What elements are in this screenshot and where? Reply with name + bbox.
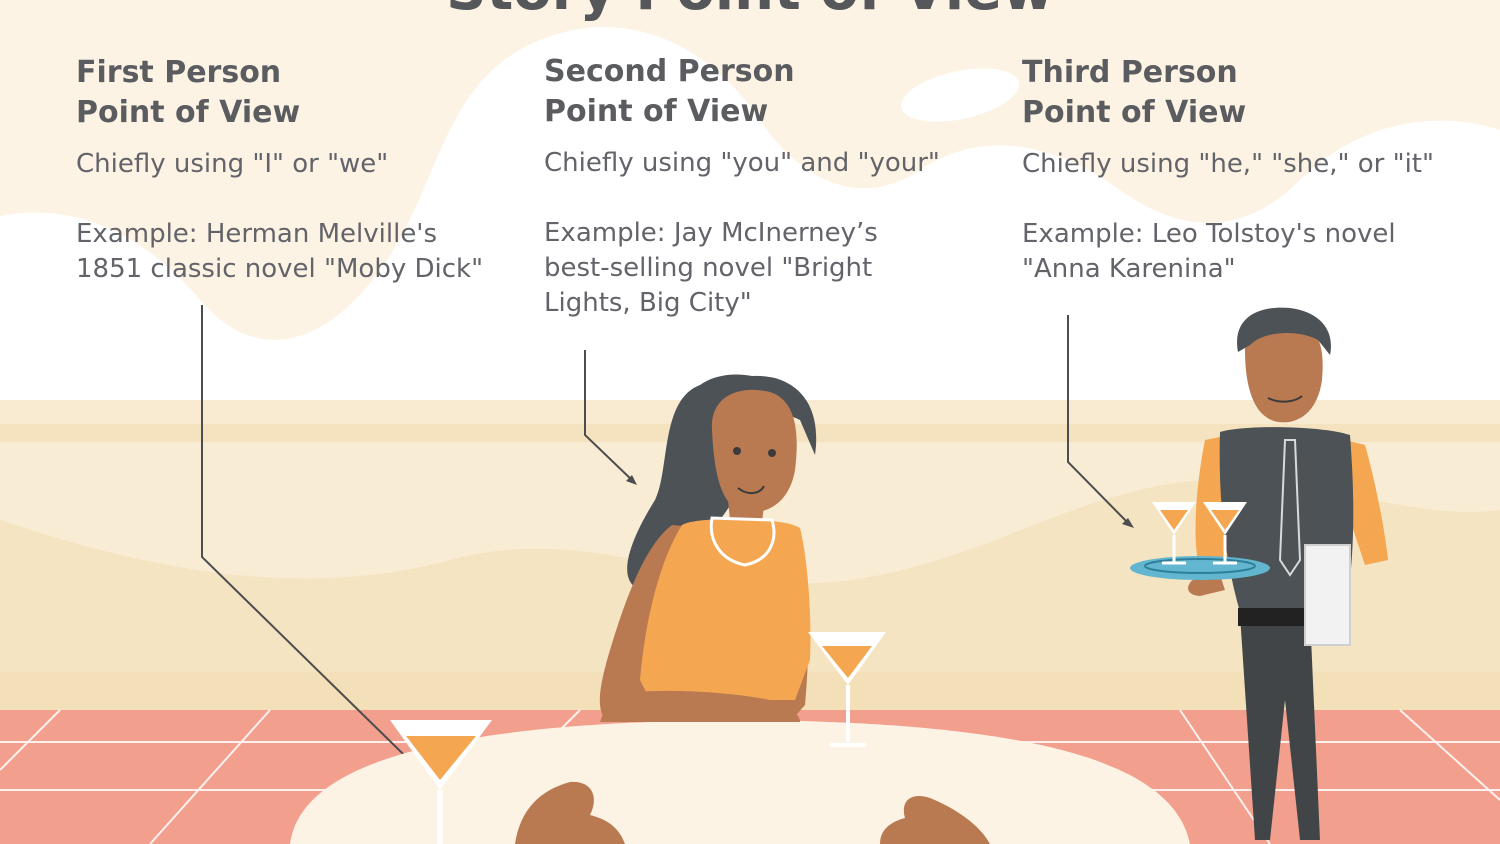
third-person-usage: Chiefly using "he," "she," or "it": [1022, 149, 1434, 179]
heading-line: Point of View: [544, 94, 769, 129]
example-line: 1851 classic novel "Moby Dick": [76, 254, 484, 284]
woman-face: [711, 389, 797, 513]
first-person-column: First Person Point of View Chiefly using…: [76, 53, 516, 287]
page-title: Story Point of View: [0, 0, 1500, 23]
tray-icon: [1130, 556, 1270, 580]
example-line: best-selling novel "Bright: [544, 253, 873, 283]
waiter-belt: [1238, 608, 1310, 626]
woman-eye: [733, 447, 741, 455]
first-person-heading: First Person Point of View: [76, 53, 516, 133]
third-person-heading: Third Person Point of View: [1022, 53, 1492, 133]
first-person-usage: Chiefly using "I" or "we": [76, 149, 389, 179]
heading-line: Point of View: [1022, 95, 1247, 130]
waiter-napkin: [1304, 544, 1351, 646]
example-line: Lights, Big City": [544, 288, 752, 318]
first-person-example: Example: Herman Melville's 1851 classic …: [76, 217, 516, 287]
third-person-example: Example: Leo Tolstoy's novel "Anna Karen…: [1022, 217, 1492, 287]
example-line: Example: Jay McInerney’s: [544, 218, 878, 248]
example-line: "Anna Karenina": [1022, 254, 1236, 284]
woman-eye: [768, 449, 776, 457]
second-person-usage: Chiefly using "you" and "your": [544, 148, 940, 178]
heading-line: First Person: [76, 55, 282, 90]
third-person-column: Third Person Point of View Chiefly using…: [1022, 53, 1492, 287]
example-line: Example: Leo Tolstoy's novel: [1022, 219, 1396, 249]
second-person-heading: Second Person Point of View: [544, 52, 984, 132]
second-person-example: Example: Jay McInerney’s best-selling no…: [544, 216, 984, 321]
heading-line: Point of View: [76, 95, 301, 130]
example-line: Example: Herman Melville's: [76, 219, 438, 249]
heading-line: Second Person: [544, 54, 795, 89]
heading-line: Third Person: [1022, 55, 1238, 90]
second-person-column: Second Person Point of View Chiefly usin…: [544, 52, 984, 321]
